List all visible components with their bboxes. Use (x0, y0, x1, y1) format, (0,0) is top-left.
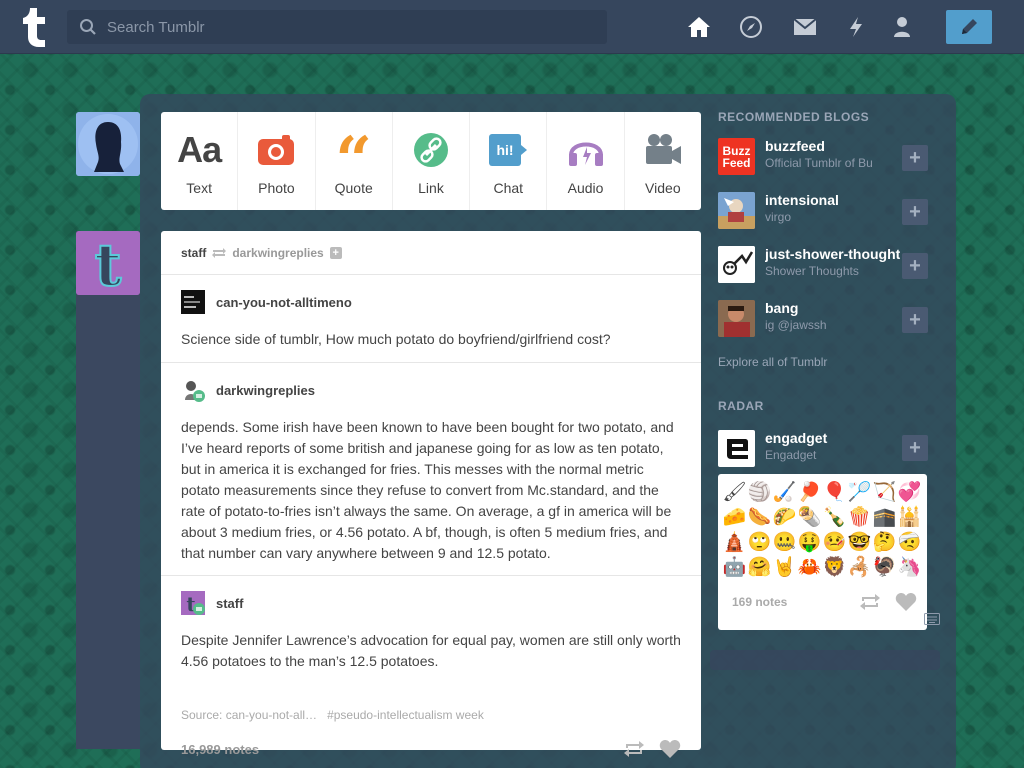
post-header: staff darkwingreplies + (161, 231, 701, 275)
follow-button[interactable]: + (902, 435, 928, 461)
compose-button[interactable] (946, 10, 992, 44)
follow-button[interactable]: + (902, 307, 928, 333)
follow-plus-icon[interactable]: + (329, 246, 342, 259)
post-meta: Source: can-you-not-all… #pseudo-intelle… (161, 704, 701, 726)
svg-text:hi!: hi! (497, 142, 514, 158)
activity-icon[interactable] (843, 14, 869, 40)
blog-avatar[interactable] (718, 300, 755, 337)
post-type-label: Link (418, 180, 444, 196)
trail-blog-row: can-you-not-alltimeno (181, 275, 681, 329)
trail-blog-row: t staff (181, 576, 681, 630)
reblog-icon (212, 247, 227, 258)
trail-blog-name[interactable]: can-you-not-alltimeno (216, 295, 352, 310)
blog-title: Official Tumblr of Bu (765, 156, 873, 170)
post-type-label: Text (186, 180, 212, 196)
search-icon (80, 19, 96, 35)
account-icon[interactable] (889, 14, 915, 40)
emoji-image: 🖌 🏐 🏑 🏓 🎈 🏸 🏹 💞 🧀 🌭 🌮 🌯 🍾 🍿 🕋 🕌 🛕 🙄 🤐 🤑 🤒 🤓 🤔 🤕 🤖 🤗 🤘 🦀 🦁 🦂 🦃 🦄 (722, 481, 922, 578)
post-source[interactable]: Source: can-you-not-all… (181, 708, 317, 722)
buzzfeed-logo-text: Buzz Feed (722, 143, 751, 170)
trail-blog-name[interactable]: staff (216, 596, 243, 611)
radar-footer: 169 notes (732, 592, 917, 612)
follow-button[interactable]: + (902, 253, 928, 279)
text-icon: Aa (177, 129, 222, 170)
engadget-logo[interactable] (718, 430, 755, 467)
blog-name: engadget (765, 430, 828, 446)
post-tag[interactable]: #pseudo-intellectualism week (327, 708, 484, 722)
blog-title: Engadget (765, 448, 817, 462)
blog-name: buzzfeed (765, 138, 825, 154)
blog-name: intensional (765, 192, 839, 208)
post-type-video[interactable]: Video (625, 112, 701, 210)
staff-avatar[interactable]: t (76, 231, 140, 295)
svg-text:t: t (95, 231, 122, 295)
post-footer: 16,989 notes (161, 726, 701, 768)
recommended-blogs-title: RECOMMENDED BLOGS (718, 110, 870, 124)
trail-blog-row: darkwingreplies (181, 363, 681, 417)
trail-text: depends. Some irish have been known to h… (181, 419, 674, 561)
quote-icon: “ (335, 123, 373, 198)
trail-text: Despite Jennifer Lawrence’s advocation f… (181, 632, 681, 669)
post-type-text[interactable]: Aa Text (161, 112, 239, 210)
post-type-label: Chat (493, 180, 524, 196)
notes-count[interactable]: 169 notes (732, 595, 787, 609)
search-bar[interactable] (67, 10, 607, 44)
blog-avatar[interactable] (181, 378, 205, 402)
post-avatar-column (76, 231, 140, 749)
trail-blog-name[interactable]: darkwingreplies (216, 383, 315, 398)
blog-title: virgo (765, 210, 792, 224)
blog-title: Shower Thoughts (765, 264, 859, 278)
blog-title: ig @jawssh (765, 318, 827, 332)
blog-avatar[interactable] (718, 246, 755, 283)
headphones-icon (567, 126, 605, 174)
post-type-label: Quote (334, 180, 373, 196)
explore-icon[interactable] (738, 14, 764, 40)
video-camera-icon (644, 126, 682, 174)
trail-text: Science side of tumblr, How much potato … (181, 331, 611, 347)
post-type-quote[interactable]: “ Quote (316, 112, 393, 210)
trail-entry: darkwingreplies depends. Some irish have… (161, 363, 701, 576)
blog-name: just-shower-thoughts (765, 246, 900, 262)
link-icon (413, 126, 449, 174)
dashboard-post: staff darkwingreplies + can-you-not-allt… (161, 231, 701, 758)
pencil-icon (962, 19, 977, 34)
explore-link[interactable]: Explore all of Tumblr (718, 355, 827, 369)
tumblr-logo[interactable] (16, 6, 52, 48)
blog-avatar[interactable]: t (181, 591, 205, 616)
post-type-audio[interactable]: Audio (547, 112, 625, 210)
camera-icon (257, 126, 295, 174)
keyboard-icon[interactable] (924, 612, 940, 625)
post-type-label: Video (645, 180, 681, 196)
blog-avatar[interactable] (181, 290, 205, 314)
reblogged-from[interactable]: darkwingreplies (232, 246, 323, 260)
top-nav-bar (0, 0, 1024, 54)
sidebar-footer-bar (710, 650, 940, 670)
post-type-selector: Aa Text Photo “ Quote Link hi! Chat Audi… (161, 112, 701, 210)
post-type-label: Audio (567, 180, 604, 196)
radar-post-card[interactable]: 🖌 🏐 🏑 🏓 🎈 🏸 🏹 💞 🧀 🌭 🌮 🌯 🍾 🍿 🕋 🕌 🛕 🙄 🤐 🤑 🤒 🤓 🤔 🤕 🤖 🤗 🤘 🦀 🦁 🦂 🦃 🦄 169 … (718, 474, 927, 630)
follow-button[interactable]: + (902, 199, 928, 225)
like-heart-icon[interactable] (659, 739, 681, 759)
post-type-label: Photo (258, 180, 295, 196)
post-type-chat[interactable]: hi! Chat (470, 112, 548, 210)
trail-entry: t staff Despite Jennifer Lawrence’s advo… (161, 576, 701, 704)
blog-avatar[interactable] (718, 192, 755, 229)
radar-title: RADAR (718, 399, 764, 413)
reblog-icon[interactable] (623, 740, 645, 758)
chat-icon: hi! (488, 126, 528, 174)
trail-entry: can-you-not-alltimeno Science side of tu… (161, 275, 701, 363)
inbox-icon[interactable] (792, 14, 818, 40)
search-input[interactable] (107, 18, 587, 36)
post-author[interactable]: staff (181, 246, 206, 260)
like-heart-icon[interactable] (895, 592, 917, 612)
post-type-link[interactable]: Link (393, 112, 471, 210)
home-icon[interactable] (686, 14, 712, 40)
user-avatar[interactable] (76, 112, 140, 176)
post-type-photo[interactable]: Photo (238, 112, 316, 210)
reblog-icon[interactable] (859, 593, 881, 611)
blog-name: bang (765, 300, 799, 316)
notes-count[interactable]: 16,989 notes (181, 742, 259, 757)
blog-avatar[interactable]: Buzz Feed (718, 138, 755, 175)
follow-button[interactable]: + (902, 145, 928, 171)
